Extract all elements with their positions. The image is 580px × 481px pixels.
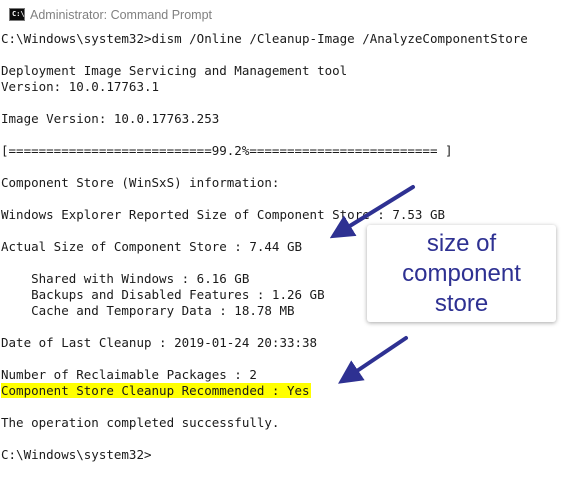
console-line-backups: Backups and Disabled Features : 1.26 GB (1, 287, 325, 302)
annotation-callout: size of component store (367, 225, 556, 322)
console-line-actual-size: Actual Size of Component Store : 7.44 GB (1, 239, 303, 254)
console-line-tool-version: Version: 10.0.17763.1 (1, 79, 160, 94)
console-line-reclaimable: Number of Reclaimable Packages : 2 (1, 367, 257, 382)
console-line-shared: Shared with Windows : 6.16 GB (1, 271, 250, 286)
title-bar: C:\ Administrator: Command Prompt (0, 0, 580, 31)
console-line-prompt: C:\Windows\system32> (1, 447, 152, 462)
window-title: Administrator: Command Prompt (30, 8, 213, 22)
console-line-image-version: Image Version: 10.0.17763.253 (1, 111, 220, 126)
cmd-icon: C:\ (9, 8, 25, 21)
console-line-last-cleanup: Date of Last Cleanup : 2019-01-24 20:33:… (1, 335, 318, 350)
console-line-cleanup-recommended: Component Store Cleanup Recommended : Ye… (1, 383, 311, 399)
console-line-success: The operation completed successfully. (1, 415, 280, 430)
console-line-store-heading: Component Store (WinSxS) information: (1, 175, 280, 190)
callout-text: size of component store (402, 229, 521, 317)
highlight-marker: Component Store Cleanup Recommended : Ye… (1, 383, 311, 398)
console-line-command: C:\Windows\system32>dism /Online /Cleanu… (1, 31, 528, 46)
console-line-tool-name: Deployment Image Servicing and Managemen… (1, 63, 348, 78)
console-line-cache: Cache and Temporary Data : 18.78 MB (1, 303, 295, 318)
console-line-explorer-size: Windows Explorer Reported Size of Compon… (1, 207, 446, 222)
console-line-progress: [===========================99.2%=======… (1, 143, 453, 158)
